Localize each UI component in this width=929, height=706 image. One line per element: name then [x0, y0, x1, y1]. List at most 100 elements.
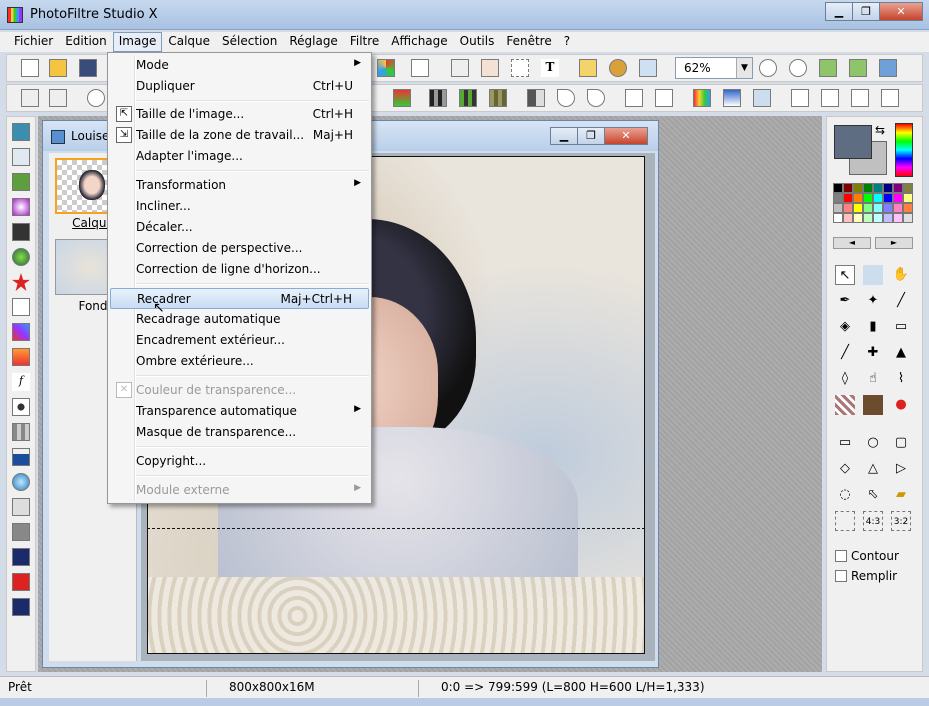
monitor-icon[interactable] — [12, 173, 30, 191]
menu-item-decaler[interactable]: Décaler... — [110, 217, 369, 238]
actual-size-icon[interactable] — [849, 59, 867, 77]
palette-swatch[interactable] — [863, 213, 873, 223]
menu-fichier[interactable]: Fichier — [8, 32, 59, 52]
menu-item-dupliquer[interactable]: Dupliquer Ctrl+U — [110, 76, 369, 97]
double-drop-icon[interactable] — [587, 89, 605, 107]
new-file-icon[interactable] — [21, 59, 39, 77]
gradient-icon[interactable] — [723, 89, 741, 107]
close-button[interactable]: ✕ — [879, 2, 923, 21]
menu-item-module-externe[interactable]: Module externe ▶ — [110, 480, 369, 501]
pattern-icon[interactable] — [835, 395, 855, 415]
picture-tool-icon[interactable] — [863, 265, 883, 285]
gradient-fill-icon[interactable] — [12, 323, 30, 341]
lasso-icon[interactable]: ◌ — [835, 485, 855, 505]
zoom-select[interactable]: 62% ▼ — [675, 57, 753, 79]
drop-icon[interactable] — [557, 89, 575, 107]
crop-icon[interactable] — [511, 59, 529, 77]
palette-swatch[interactable] — [843, 193, 853, 203]
eraser-icon[interactable]: ▭ — [891, 317, 911, 337]
menu-item-ombre-exterieure[interactable]: Ombre extérieure... — [110, 351, 369, 372]
zoom-out-icon[interactable] — [789, 59, 807, 77]
menu-item-recadrer[interactable]: Recadrer Maj+Ctrl+H — [110, 288, 369, 309]
menu-item-adapter-image[interactable]: Adapter l'image... — [110, 146, 369, 167]
palette-swatch[interactable] — [853, 193, 863, 203]
polygon-lasso-icon[interactable]: ⬁ — [863, 485, 883, 505]
menu-item-taille-zone-travail[interactable]: ⇲ Taille de la zone de travail... Maj+H — [110, 125, 369, 146]
menu-item-taille-image[interactable]: ⇱ Taille de l'image... Ctrl+H — [110, 104, 369, 125]
palette-swatch[interactable] — [873, 213, 883, 223]
diamond-shape-icon[interactable]: ◇ — [835, 459, 855, 479]
contrast-icon[interactable] — [527, 89, 545, 107]
globe-icon[interactable] — [12, 248, 30, 266]
right-triangle-shape-icon[interactable]: ▷ — [891, 459, 911, 479]
rotate-left-icon[interactable] — [851, 89, 869, 107]
doc-minimize-button[interactable]: ▁ — [550, 127, 578, 145]
foreground-color-swatch[interactable] — [834, 125, 872, 159]
palette-prev-button[interactable]: ◄ — [833, 237, 871, 249]
line-tool-icon[interactable]: ╱ — [891, 291, 911, 311]
menu-item-transformation[interactable]: Transformation ▶ — [110, 175, 369, 196]
chevron-down-icon[interactable]: ▼ — [736, 58, 752, 78]
blur-drop-icon[interactable]: ◊ — [835, 369, 855, 389]
puzzle-icon[interactable] — [609, 59, 627, 77]
zoom-in-icon[interactable] — [759, 59, 777, 77]
minimize-button[interactable]: ▁ — [825, 2, 853, 21]
menu-help[interactable]: ? — [558, 32, 576, 52]
grid-icon[interactable] — [12, 423, 30, 441]
palette-swatch[interactable] — [843, 203, 853, 213]
pointer-tool-icon[interactable]: ↖ — [835, 265, 855, 285]
image-size-icon[interactable] — [451, 59, 469, 77]
film-icon[interactable] — [12, 523, 30, 541]
palette-swatch[interactable] — [903, 203, 913, 213]
mosaic-dark-icon[interactable] — [429, 89, 447, 107]
outline-checkbox[interactable]: Contour — [835, 549, 899, 563]
selection-mode-icon[interactable] — [835, 511, 855, 531]
palette-swatch[interactable] — [853, 203, 863, 213]
palette-swatch[interactable] — [853, 183, 863, 193]
person-icon[interactable] — [411, 59, 429, 77]
spray-icon[interactable]: ▮ — [863, 317, 883, 337]
ratio-32-button[interactable]: 3:2 — [891, 511, 911, 531]
menu-item-transparence-auto[interactable]: Transparence automatique ▶ — [110, 401, 369, 422]
brightness-icon[interactable] — [87, 89, 105, 107]
fx-icon[interactable]: f — [12, 373, 30, 391]
menu-reglage[interactable]: Réglage — [283, 32, 344, 52]
text-tool-icon[interactable]: T — [541, 59, 559, 77]
gear-icon[interactable] — [12, 398, 30, 416]
palette-swatch[interactable] — [903, 213, 913, 223]
palette-next-button[interactable]: ► — [875, 237, 913, 249]
mosaic-sepia-icon[interactable] — [489, 89, 507, 107]
layers-icon[interactable] — [12, 148, 30, 166]
palette-swatch[interactable] — [893, 213, 903, 223]
menu-fenetre[interactable]: Fenêtre — [500, 32, 557, 52]
palette-swatch[interactable] — [833, 193, 843, 203]
palette-swatch[interactable] — [873, 203, 883, 213]
save-2000-icon[interactable] — [12, 548, 30, 566]
menu-outils[interactable]: Outils — [454, 32, 501, 52]
page-icon[interactable] — [12, 298, 30, 316]
menu-edition[interactable]: Edition — [59, 32, 113, 52]
palette-swatch[interactable] — [903, 193, 913, 203]
color-bars-icon[interactable] — [12, 348, 30, 366]
menu-calque[interactable]: Calque — [162, 32, 216, 52]
palette-swatch[interactable] — [883, 193, 893, 203]
color-spectrum[interactable] — [895, 123, 913, 177]
strawberry-icon[interactable]: ● — [891, 395, 911, 415]
doc-close-button[interactable]: ✕ — [604, 127, 648, 145]
pdf-icon[interactable] — [12, 573, 30, 591]
stamp-icon[interactable]: ▲ — [891, 343, 911, 363]
paint-bucket-icon[interactable]: ◈ — [835, 317, 855, 337]
color-balance-icon[interactable] — [393, 89, 411, 107]
menu-item-correction-horizon[interactable]: Correction de ligne d'horizon... — [110, 259, 369, 280]
palette-swatch[interactable] — [883, 183, 893, 193]
triangle-icon[interactable] — [625, 89, 643, 107]
fullscreen-icon[interactable] — [879, 59, 897, 77]
doc-maximize-button[interactable]: ❐ — [577, 127, 605, 145]
triangle-shape-icon[interactable]: △ — [863, 459, 883, 479]
palette-swatch[interactable] — [903, 183, 913, 193]
fit-window-icon[interactable] — [819, 59, 837, 77]
ball-icon[interactable] — [12, 473, 30, 491]
palette-swatch[interactable] — [863, 183, 873, 193]
ellipse-shape-icon[interactable]: ○ — [863, 433, 883, 453]
menu-selection[interactable]: Sélection — [216, 32, 283, 52]
